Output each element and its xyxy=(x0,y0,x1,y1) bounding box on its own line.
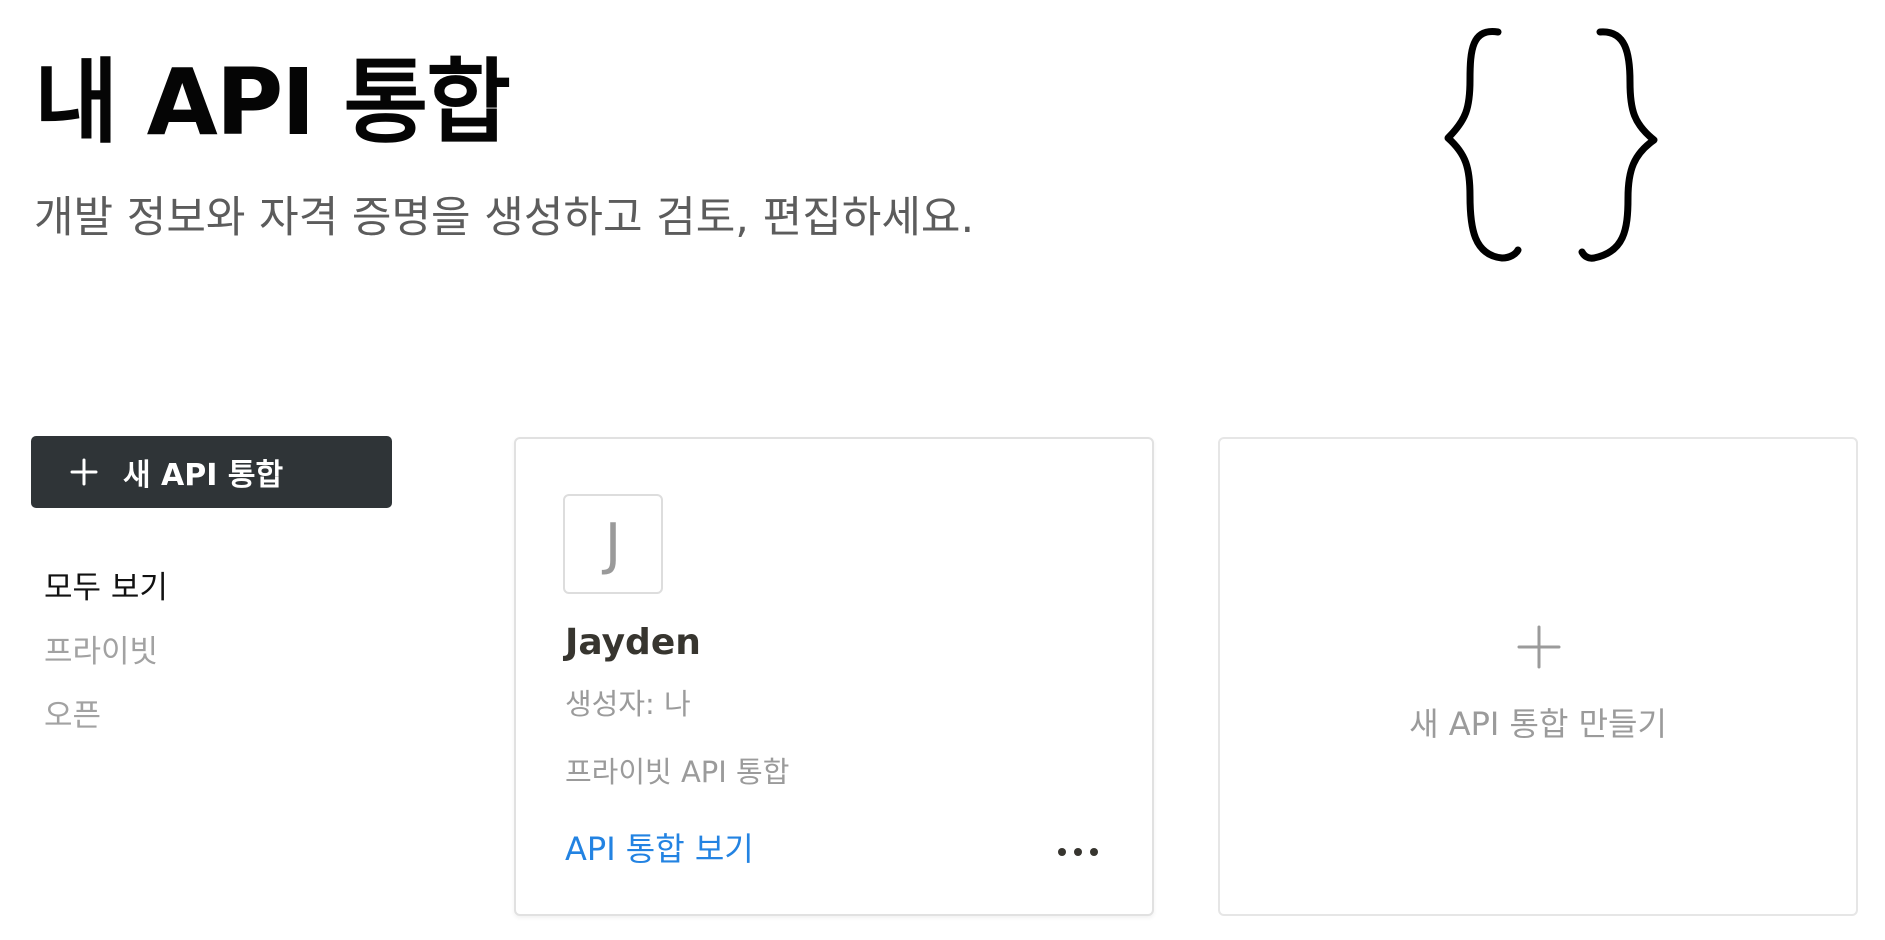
new-integration-button[interactable]: 새 API 통합 xyxy=(31,436,392,508)
integration-creator: 생성자: 나 xyxy=(565,687,691,721)
plus-icon xyxy=(1517,625,1561,669)
integration-card: J Jayden 생성자: 나 프라이빗 API 통합 API 통합 보기 xyxy=(514,437,1154,916)
integrations-page: 내 API 통합 개발 정보와 자격 증명을 생성하고 검토, 편집하세요. 새… xyxy=(0,0,1885,940)
new-integration-button-label: 새 API 통합 xyxy=(123,458,284,493)
plus-icon xyxy=(70,458,98,486)
page-title: 내 API 통합 xyxy=(34,49,511,156)
page-subtitle: 개발 정보와 자격 증명을 생성하고 검토, 편집하세요. xyxy=(34,193,975,243)
integration-name: Jayden xyxy=(565,622,701,663)
filter-public[interactable]: 오픈 xyxy=(44,684,304,748)
filter-private[interactable]: 프라이빗 xyxy=(44,620,304,684)
create-integration-label: 새 API 통합 만들기 xyxy=(1409,705,1667,743)
view-integration-link[interactable]: API 통합 보기 xyxy=(565,824,754,870)
integration-avatar: J xyxy=(563,494,663,594)
create-integration-card[interactable]: 새 API 통합 만들기 xyxy=(1218,437,1858,916)
curly-braces-icon xyxy=(1444,28,1658,262)
integration-type: 프라이빗 API 통합 xyxy=(565,755,790,789)
filter-nav: 모두 보기 프라이빗 오픈 xyxy=(44,556,304,748)
filter-all[interactable]: 모두 보기 xyxy=(44,556,304,620)
more-horizontal-icon[interactable] xyxy=(1053,832,1103,872)
